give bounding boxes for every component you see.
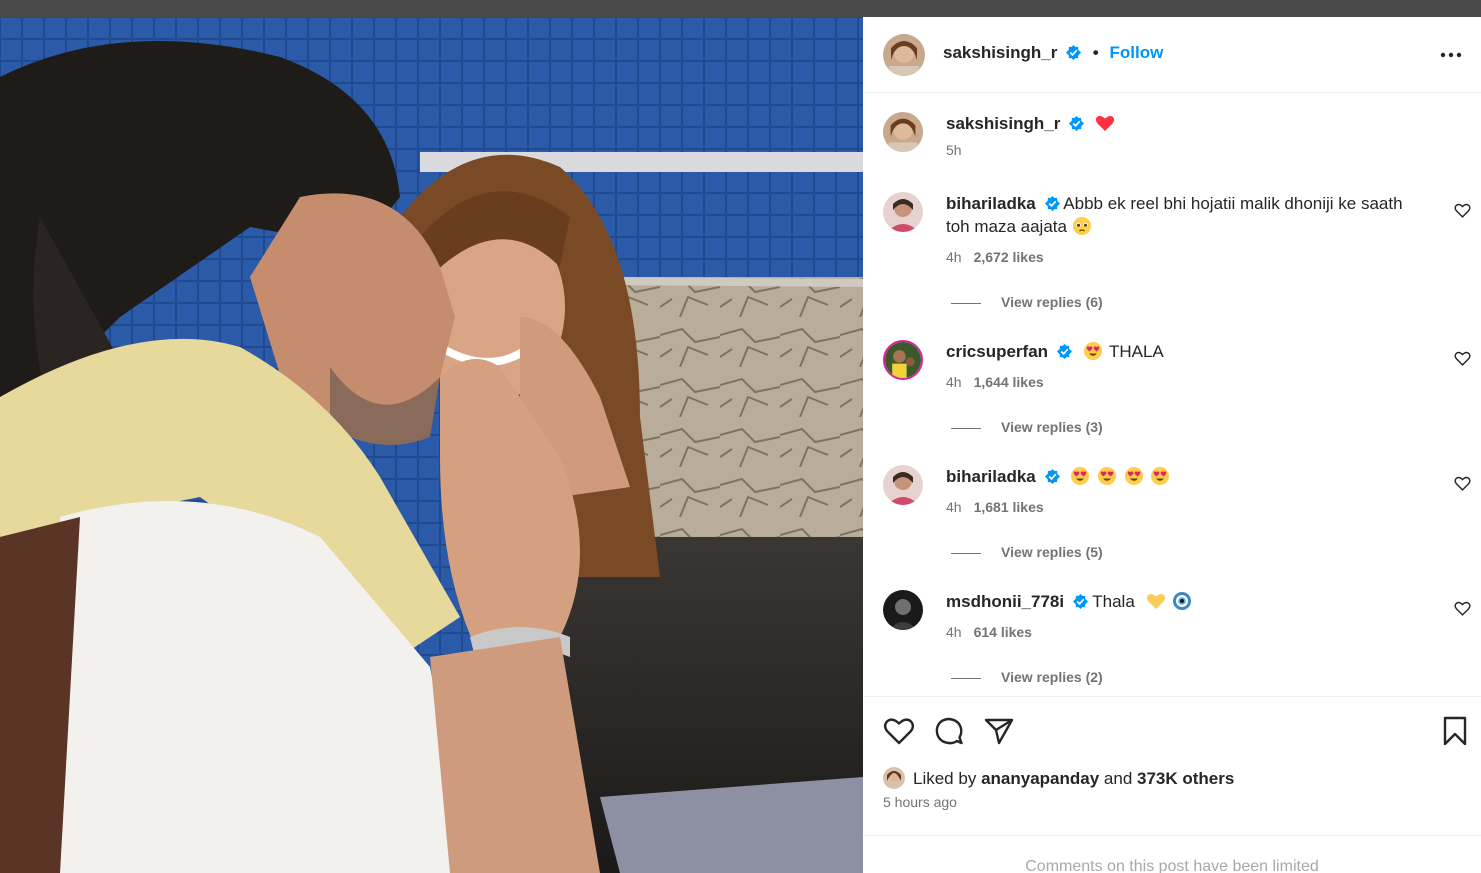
commenter-avatar[interactable] — [883, 590, 923, 630]
comment-like-heart-icon[interactable] — [1454, 350, 1471, 367]
post-actions: Liked by ananyapanday and 373K others 5 … — [863, 696, 1481, 873]
caption-username[interactable]: sakshisingh_r — [946, 114, 1060, 133]
caption-time: 5h — [946, 142, 962, 158]
verified-badge-icon — [1056, 344, 1072, 359]
replies-divider — [951, 677, 981, 679]
comment-text: Thala — [1092, 592, 1135, 611]
author-avatar[interactable] — [883, 112, 923, 152]
post-photo-image — [0, 17, 863, 873]
commenter-username[interactable]: bihariladka — [946, 467, 1036, 486]
comment-line: msdhonii_778i Thala — [946, 590, 1426, 613]
view-replies-button[interactable]: View replies (5) — [951, 544, 1103, 560]
replies-divider — [951, 552, 981, 554]
view-replies-label: View replies (2) — [1001, 669, 1103, 685]
liked-by-mid: and — [1103, 769, 1133, 788]
heart-eyes-emoji-icon — [1083, 342, 1102, 360]
caption-timestamp[interactable]: 5h — [946, 142, 962, 158]
comment-time[interactable]: 4h — [946, 499, 962, 515]
comment-meta: 4h 1,681 likes — [946, 499, 1044, 515]
comment-time[interactable]: 4h — [946, 374, 962, 390]
yellow-heart-emoji-icon — [1146, 594, 1165, 609]
heart-eyes-emoji-icon — [1071, 467, 1090, 485]
comment-like-heart-icon[interactable] — [1454, 202, 1471, 219]
comments-list[interactable]: sakshisingh_r 5h bihariladka Abbb ek ree… — [863, 94, 1481, 695]
comment-like-heart-icon[interactable] — [1454, 600, 1471, 617]
post-header: sakshisingh_r • Follow — [863, 17, 1481, 93]
view-replies-button[interactable]: View replies (6) — [951, 294, 1103, 310]
view-replies-label: View replies (6) — [1001, 294, 1103, 310]
post-photo[interactable] — [0, 17, 863, 873]
post-time-ago[interactable]: 5 hours ago — [883, 794, 957, 810]
verified-badge-icon — [1066, 45, 1082, 60]
comment-likes[interactable]: 1,644 likes — [974, 374, 1044, 390]
bookmark-icon[interactable] — [1439, 715, 1471, 747]
replies-divider — [951, 427, 981, 429]
comment-icon[interactable] — [933, 715, 965, 747]
comments-limited-notice: Comments on this post have been limited — [1025, 858, 1319, 873]
comment-line: bihariladka Abbb ek reel bhi hojatii mal… — [946, 192, 1426, 238]
verified-badge-icon — [1044, 469, 1060, 484]
view-replies-button[interactable]: View replies (2) — [951, 669, 1103, 685]
comment-emojis — [1070, 467, 1172, 486]
comment-likes[interactable]: 614 likes — [974, 624, 1032, 640]
comment-likes[interactable]: 1,681 likes — [974, 499, 1044, 515]
pleading-face-emoji-icon — [1072, 217, 1091, 235]
replies-divider — [951, 302, 981, 304]
separator-dot: • — [1092, 43, 1099, 62]
comment-time[interactable]: 4h — [946, 624, 962, 640]
view-replies-button[interactable]: View replies (3) — [951, 419, 1103, 435]
heart-eyes-emoji-icon — [1151, 467, 1170, 485]
commenter-avatar[interactable] — [883, 340, 923, 380]
commenter-username[interactable]: cricsuperfan — [946, 342, 1048, 361]
post-side-panel: sakshisingh_r • Follow sakshisingh_r 5h — [863, 17, 1481, 873]
heart-eyes-emoji-icon — [1124, 467, 1143, 485]
comment-text: THALA — [1108, 342, 1164, 361]
author-username[interactable]: sakshisingh_r — [943, 43, 1057, 62]
liked-by-summary: Liked by ananyapanday and 373K others — [883, 767, 1234, 789]
comment-meta: 4h 1,644 likes — [946, 374, 1044, 390]
heart-eyes-emoji-icon — [1097, 467, 1116, 485]
comment-like-heart-icon[interactable] — [1454, 475, 1471, 492]
verified-badge-icon — [1072, 594, 1088, 609]
commenter-username[interactable]: msdhonii_778i — [946, 592, 1064, 611]
liker-avatar[interactable] — [883, 767, 905, 789]
comment-meta: 4h 2,672 likes — [946, 249, 1044, 265]
view-replies-label: View replies (3) — [1001, 419, 1103, 435]
verified-badge-icon — [1069, 116, 1085, 131]
heart-icon[interactable] — [883, 715, 915, 747]
browser-top-strip — [0, 0, 1481, 17]
author-header: sakshisingh_r • Follow — [943, 43, 1163, 63]
comments-limited-area: Comments on this post have been limited — [863, 835, 1481, 873]
author-avatar[interactable] — [883, 34, 925, 76]
view-replies-label: View replies (5) — [1001, 544, 1103, 560]
verified-badge-icon — [1044, 196, 1060, 211]
comment-time[interactable]: 4h — [946, 249, 962, 265]
send-icon[interactable] — [983, 715, 1015, 747]
caption-line: sakshisingh_r — [946, 112, 1426, 135]
liked-by-prefix: Liked by — [913, 769, 977, 788]
liked-by-user[interactable]: ananyapanday — [981, 769, 1099, 788]
comment-line: cricsuperfan THALA — [946, 340, 1426, 363]
commenter-avatar[interactable] — [883, 465, 923, 505]
nazar-amulet-emoji-icon — [1173, 592, 1192, 610]
follow-button[interactable]: Follow — [1109, 43, 1163, 62]
comment-line: bihariladka — [946, 465, 1426, 488]
commenter-username[interactable]: bihariladka — [946, 194, 1036, 213]
more-options-icon[interactable] — [1439, 45, 1463, 65]
likes-others[interactable]: 373K others — [1137, 769, 1234, 788]
red-heart-emoji-icon — [1095, 116, 1114, 131]
comment-meta: 4h 614 likes — [946, 624, 1032, 640]
commenter-avatar[interactable] — [883, 192, 923, 232]
comment-likes[interactable]: 2,672 likes — [974, 249, 1044, 265]
